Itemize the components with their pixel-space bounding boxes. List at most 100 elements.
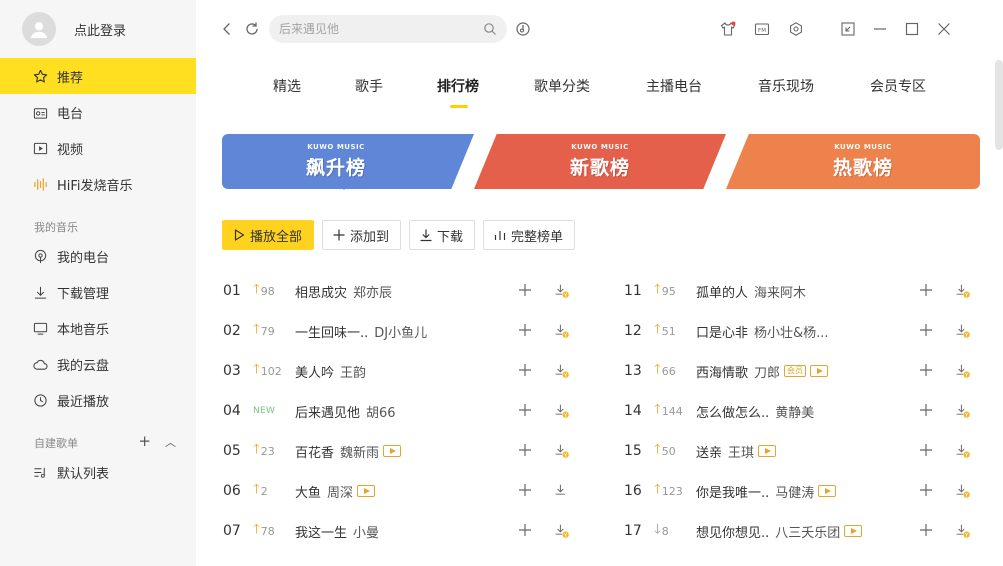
tab-featured[interactable]: 精选 — [273, 76, 301, 96]
sidebar-item-video[interactable]: 视频 — [0, 130, 196, 166]
song-row[interactable]: 11 🡑 95 孤单的人 海来阿木 — [624, 280, 980, 302]
song-title[interactable]: 孤单的人 — [696, 282, 748, 301]
song-row[interactable]: 05 🡑 23 百花香 魏新雨 — [223, 440, 579, 462]
paid-download-icon[interactable] — [953, 521, 973, 541]
avatar[interactable] — [22, 12, 56, 46]
add-song-icon[interactable] — [917, 281, 935, 299]
add-song-icon[interactable] — [917, 361, 935, 379]
paid-download-icon[interactable] — [552, 401, 572, 421]
sidebar-item-downloads[interactable]: 下载管理 — [0, 274, 196, 310]
search-input[interactable] — [279, 22, 483, 36]
mv-icon[interactable] — [383, 445, 402, 457]
song-title-block[interactable]: 大鱼 周深 — [295, 482, 376, 501]
music-recognize-icon[interactable] — [514, 20, 532, 38]
song-title[interactable]: 你是我唯一.. — [696, 482, 769, 501]
sidebar-item-radio[interactable]: 电台 — [0, 94, 196, 130]
tab-playlist-categories[interactable]: 歌单分类 — [534, 76, 590, 96]
scrollbar[interactable] — [995, 60, 1003, 150]
song-title-block[interactable]: 你是我唯一.. 马健涛 — [696, 482, 837, 501]
sidebar-item-recent[interactable]: 最近播放 — [0, 382, 196, 418]
search-box[interactable] — [269, 15, 507, 43]
song-title-block[interactable]: 一生回味一.. DJ小鱼儿 — [295, 322, 427, 341]
song-row[interactable]: 12 🡑 51 口是心非 杨小壮&杨... — [624, 320, 980, 342]
add-song-icon[interactable] — [917, 401, 935, 419]
tab-live-music[interactable]: 音乐现场 — [758, 76, 814, 96]
song-artist[interactable]: 小曼 — [353, 522, 379, 541]
collapse-icon[interactable]: ︿ — [165, 434, 176, 450]
back-icon[interactable] — [218, 20, 236, 38]
song-title-block[interactable]: 相思成灾 郑亦辰 — [295, 282, 392, 301]
song-title-block[interactable]: 美人吟 王韵 — [295, 362, 366, 381]
song-row[interactable]: 03 🡑 102 美人吟 王韵 — [223, 360, 579, 382]
song-artist[interactable]: 八三夭乐团 — [775, 522, 840, 541]
add-playlist-icon[interactable]: + — [138, 432, 151, 450]
song-row[interactable]: 15 🡑 50 送亲 王琪 — [624, 440, 980, 462]
add-song-icon[interactable] — [516, 481, 534, 499]
add-song-icon[interactable] — [516, 281, 534, 299]
user-login[interactable]: 点此登录 — [22, 12, 126, 46]
paid-download-icon[interactable] — [953, 441, 973, 461]
sidebar-item-recommend[interactable]: 推荐 — [0, 58, 196, 94]
sidebar-item-cloud[interactable]: 我的云盘 — [0, 346, 196, 382]
song-title-block[interactable]: 我这一生 小曼 — [295, 522, 379, 541]
song-title-block[interactable]: 孤单的人 海来阿木 — [696, 282, 806, 301]
song-title[interactable]: 口是心非 — [696, 322, 748, 341]
song-title-block[interactable]: 西海情歌 刀郎 会员 — [696, 362, 829, 381]
song-row[interactable]: 16 🡑 123 你是我唯一.. 马健涛 — [624, 480, 980, 502]
tab-charts[interactable]: 排行榜 — [437, 76, 479, 96]
paid-download-icon[interactable] — [552, 521, 572, 541]
mv-icon[interactable] — [818, 485, 837, 497]
song-row[interactable]: 06 🡑 2 大鱼 周深 — [223, 480, 579, 502]
sidebar-item-default-list[interactable]: 默认列表 — [0, 454, 196, 490]
minimize-icon[interactable] — [871, 20, 889, 38]
refresh-icon[interactable] — [243, 20, 261, 38]
song-title[interactable]: 后来遇见他 — [295, 402, 360, 421]
search-icon[interactable] — [483, 22, 497, 36]
login-label[interactable]: 点此登录 — [74, 20, 126, 39]
add-to-button[interactable]: 添加到 — [322, 220, 402, 250]
song-artist[interactable]: 海来阿木 — [754, 282, 806, 301]
song-artist[interactable]: 郑亦辰 — [353, 282, 392, 301]
full-chart-button[interactable]: 完整榜单 — [483, 220, 576, 250]
song-title-block[interactable]: 口是心非 杨小壮&杨... — [696, 322, 829, 341]
song-title-block[interactable]: 怎么做怎么.. 黄静美 — [696, 402, 814, 421]
song-title[interactable]: 我这一生 — [295, 522, 347, 541]
song-artist[interactable]: 魏新雨 — [340, 442, 379, 461]
add-song-icon[interactable] — [516, 401, 534, 419]
paid-download-icon[interactable] — [552, 281, 572, 301]
song-row[interactable]: 01 🡑 98 相思成灾 郑亦辰 — [223, 280, 579, 302]
paid-download-icon[interactable] — [552, 361, 572, 381]
song-title[interactable]: 怎么做怎么.. — [696, 402, 769, 421]
song-artist[interactable]: 马健涛 — [775, 482, 814, 501]
paid-download-icon[interactable] — [953, 401, 973, 421]
download-button[interactable]: 下载 — [409, 220, 476, 250]
paid-download-icon[interactable] — [552, 441, 572, 461]
sidebar-item-my-radio[interactable]: 我的电台 — [0, 238, 196, 274]
song-title[interactable]: 想见你想见.. — [696, 522, 769, 541]
add-song-icon[interactable] — [516, 521, 534, 539]
tab-vip-zone[interactable]: 会员专区 — [870, 76, 926, 96]
mv-icon[interactable] — [758, 445, 777, 457]
close-icon[interactable] — [935, 20, 953, 38]
song-artist[interactable]: 刀郎 — [754, 362, 780, 381]
song-artist[interactable]: 周深 — [327, 482, 353, 501]
add-song-icon[interactable] — [516, 441, 534, 459]
song-title-block[interactable]: 百花香 魏新雨 — [295, 442, 402, 461]
add-song-icon[interactable] — [917, 321, 935, 339]
chart-banner-hot[interactable]: KUWO MUSIC 热歌榜 — [726, 134, 980, 189]
mv-icon[interactable] — [810, 365, 829, 377]
play-all-button[interactable]: 播放全部 — [222, 220, 315, 250]
settings-icon[interactable] — [787, 20, 805, 38]
add-song-icon[interactable] — [516, 321, 534, 339]
song-row[interactable]: 13 🡑 66 西海情歌 刀郎 会员 — [624, 360, 980, 382]
song-title-block[interactable]: 送亲 王琪 — [696, 442, 777, 461]
paid-download-icon[interactable] — [953, 321, 973, 341]
mv-icon[interactable] — [357, 485, 376, 497]
song-row[interactable]: 14 🡑 144 怎么做怎么.. 黄静美 — [624, 400, 980, 422]
song-artist[interactable]: 杨小壮&杨... — [754, 322, 829, 341]
song-title[interactable]: 西海情歌 — [696, 362, 748, 381]
song-artist[interactable]: 王琪 — [728, 442, 754, 461]
tab-singers[interactable]: 歌手 — [355, 76, 383, 96]
add-song-icon[interactable] — [516, 361, 534, 379]
fm-icon[interactable]: FM — [753, 20, 771, 38]
